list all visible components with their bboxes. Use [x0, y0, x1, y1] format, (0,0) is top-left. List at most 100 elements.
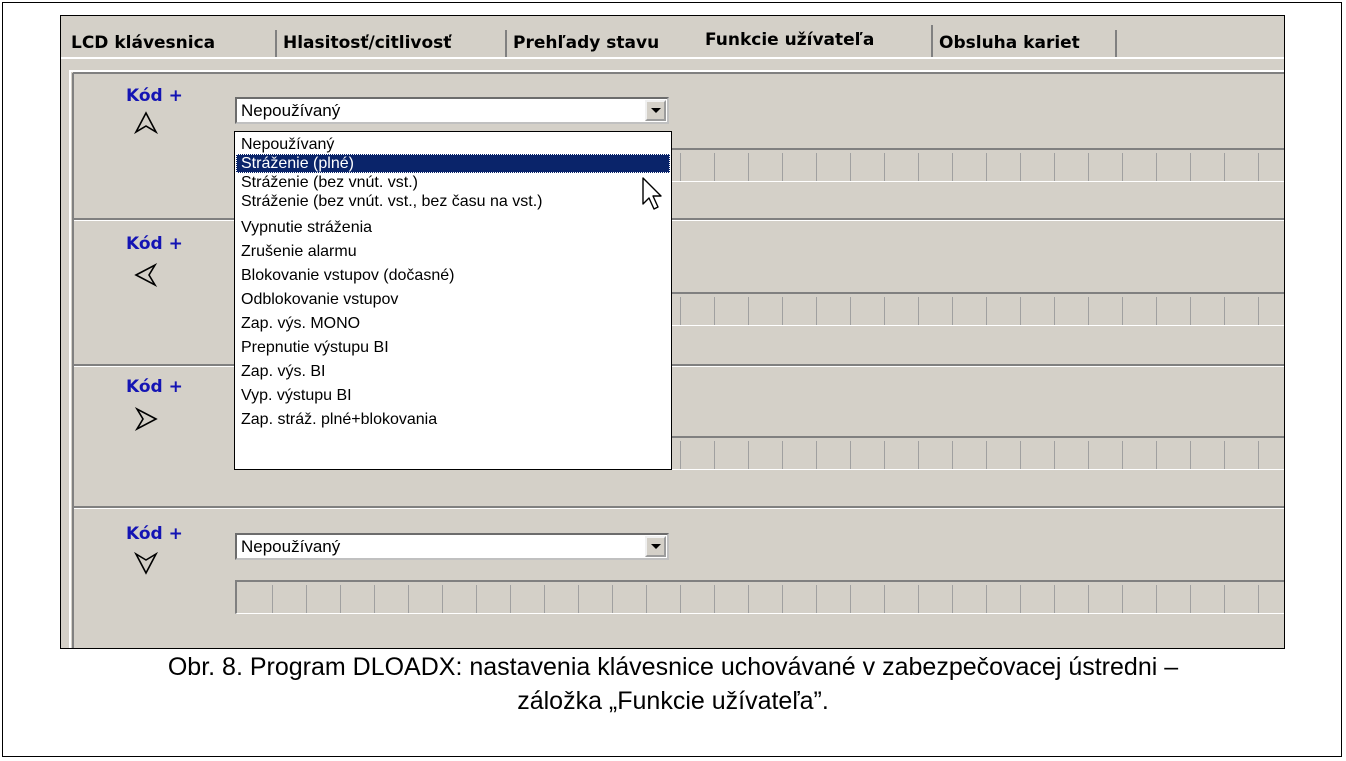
grid-cell[interactable] [342, 585, 375, 613]
grid-cell[interactable] [988, 585, 1021, 613]
grid-cell[interactable] [818, 585, 851, 613]
grid-cell[interactable] [1226, 297, 1259, 325]
grid-cell[interactable] [1090, 441, 1123, 469]
grid-cell[interactable] [784, 585, 817, 613]
grid-cell[interactable] [682, 153, 715, 181]
tab-funkcie-uzivatela[interactable]: Funkcie užívateľa [701, 25, 933, 57]
grid-cell[interactable] [1124, 297, 1157, 325]
grid-cell[interactable] [716, 297, 749, 325]
tab-hlasitost-citlivost[interactable]: Hlasitosť/citlivosť [279, 30, 507, 57]
grid-cell[interactable] [852, 153, 885, 181]
grid-cell[interactable] [1090, 585, 1123, 613]
grid-cell[interactable] [852, 297, 885, 325]
grid-cell[interactable] [954, 153, 987, 181]
grid-cell[interactable] [1124, 441, 1157, 469]
select-up[interactable]: Nepoužívaný [235, 97, 669, 124]
grid-cell[interactable] [1022, 297, 1055, 325]
grid-cell[interactable] [818, 441, 851, 469]
dropdown-option[interactable]: Zap. stráž. plné+blokovania [236, 410, 670, 429]
grid-cell[interactable] [444, 585, 477, 613]
grid-cell[interactable] [1158, 585, 1191, 613]
grid-cell[interactable] [954, 441, 987, 469]
grid-cell[interactable] [1226, 153, 1259, 181]
grid-cell[interactable] [716, 153, 749, 181]
grid-cell[interactable] [750, 585, 783, 613]
grid-cell[interactable] [580, 585, 613, 613]
grid-cell[interactable] [852, 585, 885, 613]
grid-cell[interactable] [682, 441, 715, 469]
grid-cell[interactable] [886, 153, 919, 181]
grid-cell[interactable] [376, 585, 409, 613]
grid-cell[interactable] [988, 441, 1021, 469]
grid-cell[interactable] [1260, 441, 1284, 469]
grid-cell[interactable] [920, 585, 953, 613]
grid-cell[interactable] [1158, 297, 1191, 325]
grid-cell[interactable] [716, 441, 749, 469]
dropdown-option[interactable]: Blokovanie vstupov (dočasné) [236, 266, 670, 285]
grid-cell[interactable] [784, 441, 817, 469]
dropdown-option[interactable]: Odblokovanie vstupov [236, 290, 670, 309]
dropdown-option-selected[interactable]: Stráženie (plné) [236, 154, 670, 173]
grid-cell[interactable] [1260, 297, 1284, 325]
grid-cell[interactable] [1260, 585, 1284, 613]
grid-cell[interactable] [750, 441, 783, 469]
grid-cell[interactable] [614, 585, 647, 613]
grid-cell[interactable] [1192, 297, 1225, 325]
grid-cell[interactable] [1090, 153, 1123, 181]
grid-cell[interactable] [852, 441, 885, 469]
dropdown-option[interactable]: Vypnutie stráženia [236, 218, 670, 237]
grid-cell[interactable] [1226, 441, 1259, 469]
grid-cell[interactable] [750, 153, 783, 181]
grid-cell[interactable] [818, 153, 851, 181]
grid-cell[interactable] [886, 297, 919, 325]
dropdown-option[interactable]: Nepoužívaný [236, 135, 670, 154]
grid-cell[interactable] [1056, 585, 1089, 613]
grid-cell[interactable] [1056, 153, 1089, 181]
dropdown-option[interactable]: Zrušenie alarmu [236, 242, 670, 261]
grid-cell[interactable] [1022, 441, 1055, 469]
grid-cell[interactable] [1158, 441, 1191, 469]
tab-lcd-klavesnica[interactable]: LCD klávesnica [67, 30, 277, 57]
grid-cell[interactable] [954, 297, 987, 325]
tab-prehlady-stavu[interactable]: Prehľady stavu [509, 30, 695, 57]
grid-cell[interactable] [784, 297, 817, 325]
grid-cell[interactable] [920, 153, 953, 181]
grid-cell[interactable] [954, 585, 987, 613]
select-down[interactable]: Nepoužívaný [235, 533, 669, 560]
grid-cell[interactable] [240, 585, 273, 613]
grid-cell[interactable] [1226, 585, 1259, 613]
grid-cell[interactable] [1192, 153, 1225, 181]
grid-cell[interactable] [410, 585, 443, 613]
grid-cell[interactable] [1022, 153, 1055, 181]
grid-cell[interactable] [920, 441, 953, 469]
grid-cell[interactable] [546, 585, 579, 613]
dropdown-option[interactable]: Vyp. výstupu BI [236, 386, 670, 405]
grid-cell[interactable] [478, 585, 511, 613]
grid-cell[interactable] [1124, 585, 1157, 613]
grid-cell[interactable] [1056, 441, 1089, 469]
dropdown-option[interactable]: Stráženie (bez vnút. vst., bez času na v… [236, 192, 670, 211]
grid-cell[interactable] [784, 153, 817, 181]
grid-cell[interactable] [1192, 585, 1225, 613]
dropdown-option[interactable]: Zap. výs. BI [236, 362, 670, 381]
grid-cell[interactable] [308, 585, 341, 613]
grid-cell[interactable] [920, 297, 953, 325]
grid-cell[interactable] [1022, 585, 1055, 613]
grid-cell[interactable] [274, 585, 307, 613]
chevron-down-icon[interactable] [645, 536, 666, 557]
grid-cell[interactable] [1056, 297, 1089, 325]
grid-cell[interactable] [988, 297, 1021, 325]
grid-cell[interactable] [750, 297, 783, 325]
dropdown-option[interactable]: Stráženie (bez vnút. vst.) [236, 173, 670, 192]
grid-cell[interactable] [886, 441, 919, 469]
grid-cell[interactable] [988, 153, 1021, 181]
grid-cell[interactable] [512, 585, 545, 613]
grid-cell[interactable] [886, 585, 919, 613]
grid-cell[interactable] [1260, 153, 1284, 181]
dropdown-option[interactable]: Prepnutie výstupu BI [236, 338, 670, 357]
grid-cell[interactable] [1124, 153, 1157, 181]
grid-cell[interactable] [682, 297, 715, 325]
grid-cell[interactable] [1158, 153, 1191, 181]
tab-obsluha-kariet[interactable]: Obsluha kariet [935, 30, 1117, 57]
chevron-down-icon[interactable] [645, 100, 666, 121]
